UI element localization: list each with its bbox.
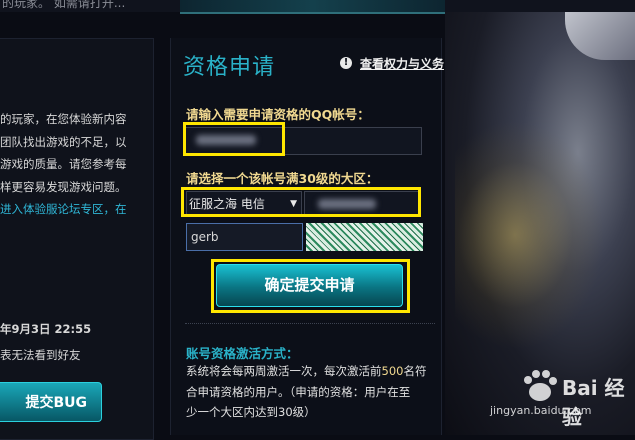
highlight-qq [183, 122, 285, 156]
top-left-text: 的玩家。 如需请打开... [2, 0, 126, 10]
highlight-submit [211, 259, 410, 313]
captcha-input[interactable]: gerb [186, 223, 303, 251]
paw-icon [524, 370, 557, 401]
highlight-region [181, 187, 421, 217]
info-icon: ! [340, 57, 352, 69]
divider [185, 323, 435, 324]
captcha-image[interactable] [306, 223, 423, 251]
watermark-brand: Bai 经验 [562, 376, 625, 429]
note-text: 表无法看到好友 [0, 348, 81, 362]
qq-label: 请输入需要申请资格的QQ帐号： [186, 107, 370, 122]
forum-link[interactable]: 进入体验服论坛专区，在 [0, 201, 127, 217]
activation-title: 账号资格激活方式： [186, 346, 299, 361]
activation-line-2: 合申请资格的用户。（申请的资格：用户在至 [186, 385, 411, 399]
rights-link[interactable]: 查看权力与义务 [360, 55, 444, 72]
left-info-panel [0, 38, 154, 440]
info-line-4: 样更容易发现游戏问题。 [0, 180, 127, 194]
baidu-watermark: Bai 经验 jingyan.baidu.com [490, 368, 630, 429]
submit-bug-button[interactable]: 提交BUG [0, 382, 102, 422]
date-text: 年9月3日 22:55 [0, 322, 92, 336]
info-line-2: 团队找出游戏的不足，以 [0, 135, 127, 149]
activation-line-3: 少一个大区内达到30级） [186, 405, 316, 419]
top-banner [180, 0, 445, 14]
activation-line-1: 系统将会每两周激活一次，每次激活前500名符 [186, 364, 427, 378]
form-title: 资格申请 [183, 55, 276, 80]
info-line-1: 的玩家，在您体验新内容 [0, 112, 127, 126]
region-label: 请选择一个该帐号满30级的大区： [186, 171, 379, 186]
info-line-3: 游戏的质量。请您参考每 [0, 157, 127, 171]
watermark-url: jingyan.baidu.com [490, 404, 592, 417]
